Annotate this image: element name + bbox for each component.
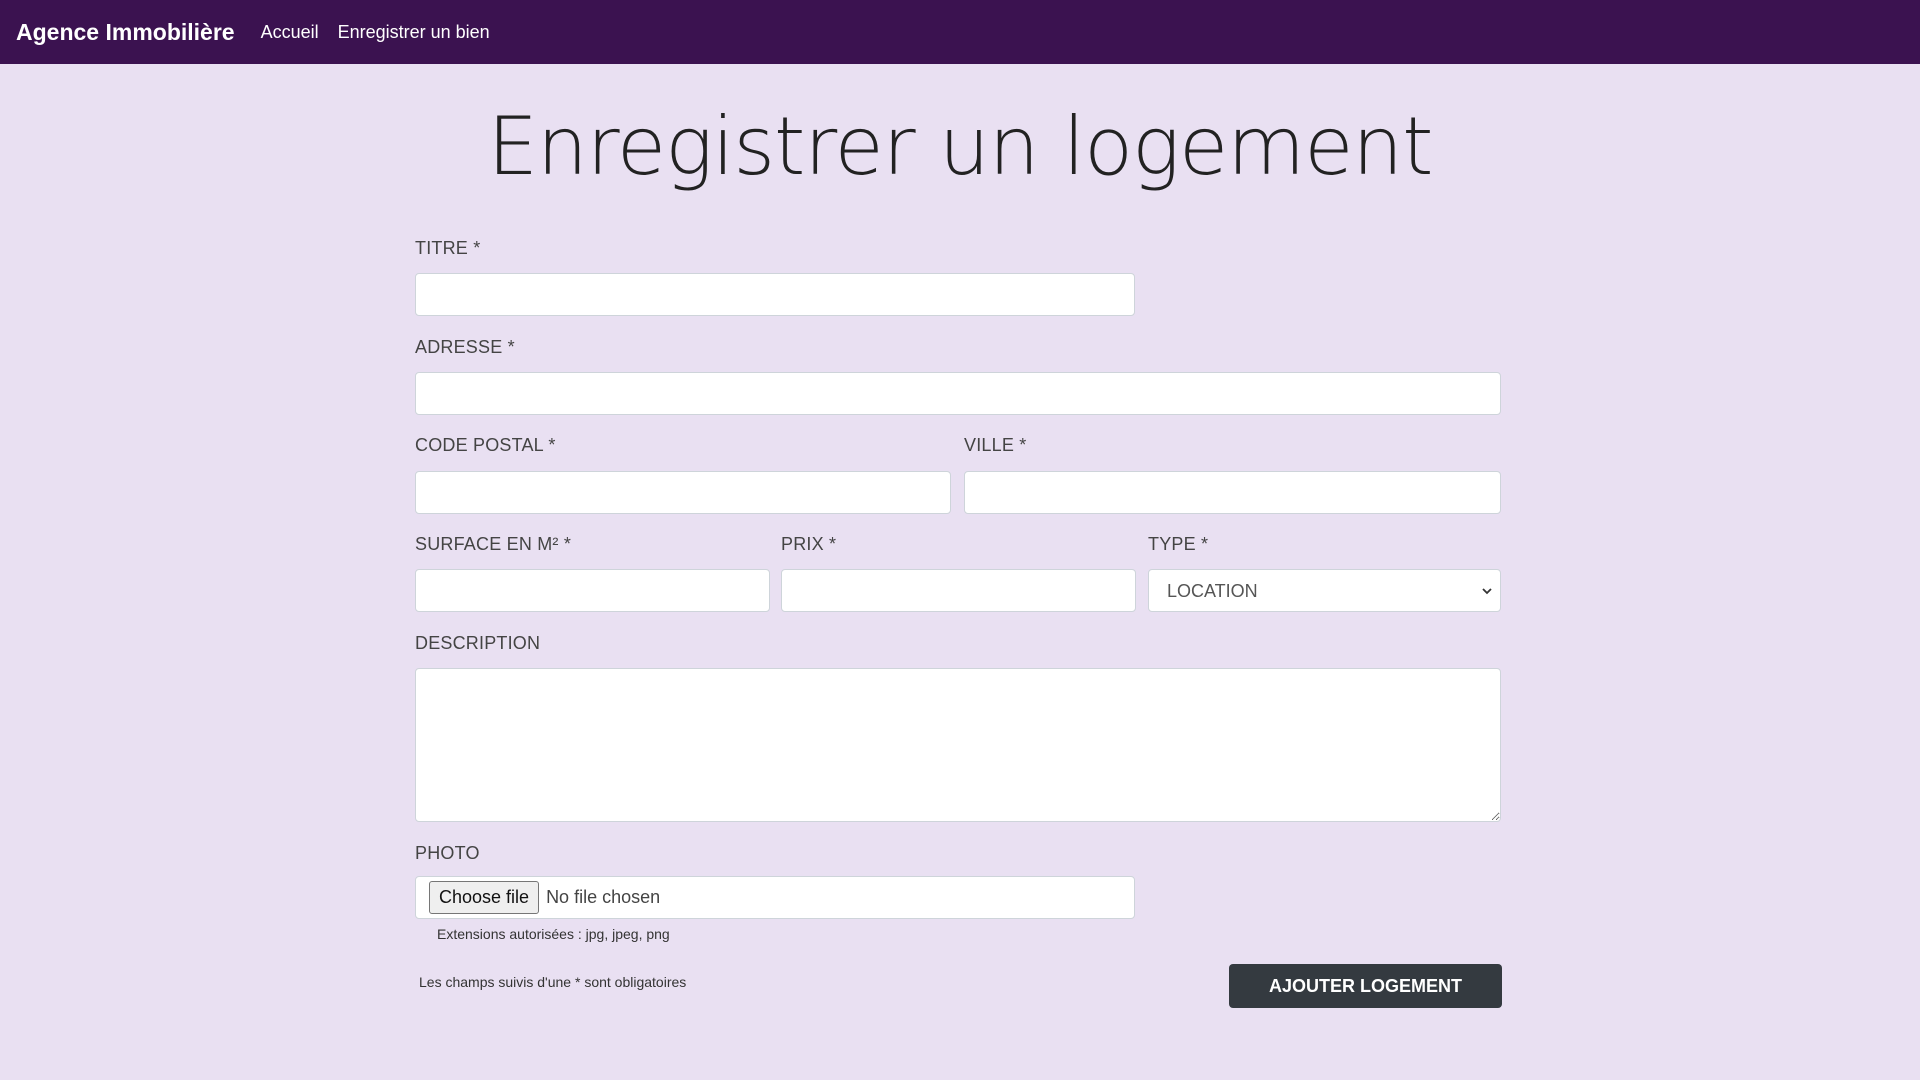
brand-link[interactable]: Agence Immobilière: [16, 19, 235, 46]
choose-file-button[interactable]: Choose file: [429, 881, 540, 914]
extensions-note: Extensions autorisées : jpg, jpeg, png: [437, 926, 670, 942]
required-fields-note: Les champs suivis d'une * sont obligatoi…: [419, 974, 687, 990]
prix-input[interactable]: [781, 569, 1136, 612]
nav-link-enregistrer[interactable]: Enregistrer un bien: [338, 22, 490, 43]
file-status-text: No file chosen: [546, 887, 661, 907]
surface-label: SURFACE EN M² *: [415, 534, 572, 554]
type-label: TYPE *: [1148, 534, 1209, 554]
adresse-input[interactable]: [415, 372, 1501, 415]
nav-link-accueil[interactable]: Accueil: [261, 22, 319, 43]
titre-label: TITRE *: [415, 238, 481, 258]
adresse-label: ADRESSE *: [415, 337, 515, 357]
photo-label: PHOTO: [415, 843, 480, 863]
type-select[interactable]: LOCATION: [1148, 569, 1501, 612]
top-navbar: Agence Immobilière Accueil Enregistrer u…: [0, 0, 1920, 64]
surface-input[interactable]: [415, 569, 770, 612]
ajouter-logement-button[interactable]: AJOUTER LOGEMENT: [1229, 964, 1502, 1008]
code-postal-input[interactable]: [415, 471, 951, 514]
code-postal-label: CODE POSTAL *: [415, 435, 556, 455]
titre-input[interactable]: [415, 273, 1135, 316]
page-title: Enregistrer un logement: [487, 100, 1433, 193]
prix-label: PRIX *: [781, 534, 837, 554]
ville-input[interactable]: [964, 471, 1501, 514]
description-textarea[interactable]: [415, 668, 1501, 822]
description-label: DESCRIPTION: [415, 633, 541, 653]
ville-label: VILLE *: [964, 435, 1027, 455]
photo-file-input[interactable]: Choose file No file chosen: [415, 876, 1135, 919]
